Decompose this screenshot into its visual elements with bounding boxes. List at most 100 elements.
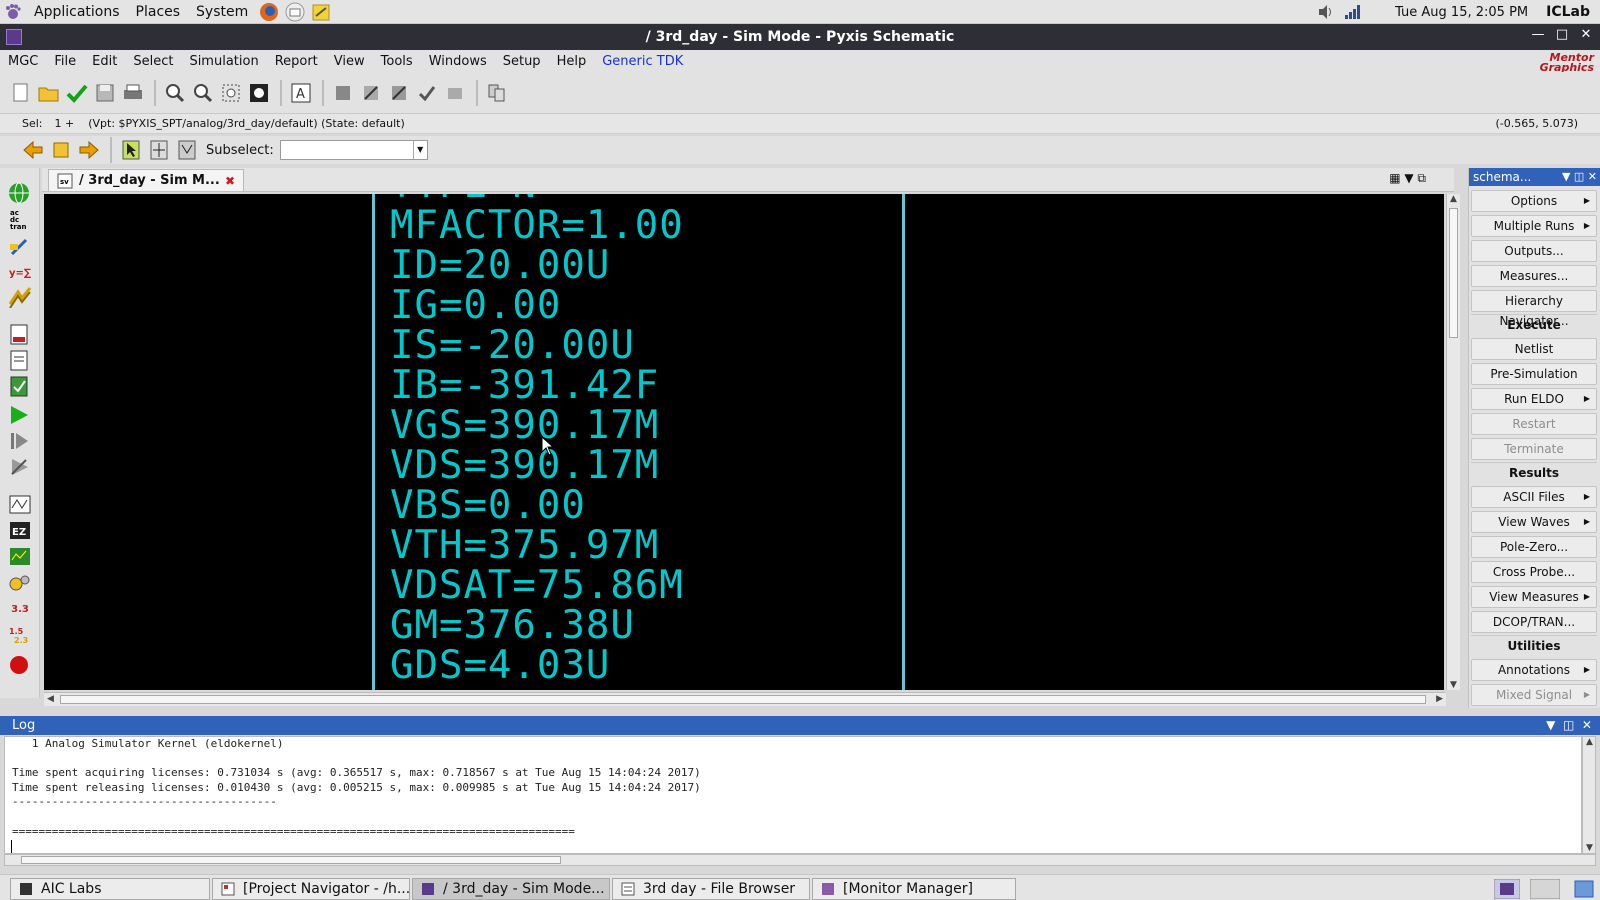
terminate-icon[interactable] xyxy=(6,456,34,478)
pole-zero-button[interactable]: Pole-Zero... xyxy=(1471,536,1597,558)
compare-icon[interactable] xyxy=(484,80,510,106)
document-list-icon[interactable] xyxy=(6,350,34,372)
window-titlebar[interactable]: / 3rd_day - Sim Mode - Pyxis Schematic —… xyxy=(0,24,1600,50)
workspace-1-icon[interactable] xyxy=(1493,878,1521,900)
document-check-icon[interactable] xyxy=(6,376,34,398)
system-menu[interactable]: System xyxy=(188,4,256,20)
history-icon[interactable] xyxy=(48,137,74,163)
network-signal-icon[interactable] xyxy=(1341,2,1363,22)
menu-report[interactable]: Report xyxy=(267,54,326,69)
tab-layout-icon[interactable]: ▦ ▼ ⧉ xyxy=(1389,171,1426,186)
ascii-files-button[interactable]: ASCII Files ▶ xyxy=(1471,486,1597,508)
scroll-up-icon[interactable]: ▲ xyxy=(1450,194,1457,204)
menu-view[interactable]: View xyxy=(326,54,373,69)
edit-property-icon[interactable] xyxy=(358,80,384,106)
annotate-values-icon[interactable]: 1.5 2.3 xyxy=(6,624,34,646)
document-tab[interactable]: sv / 3rd_day - Sim M... ✖ xyxy=(48,169,244,191)
select-mode-icon[interactable] xyxy=(118,137,144,163)
menu-simulation[interactable]: Simulation xyxy=(181,54,266,69)
menu-tools[interactable]: Tools xyxy=(373,54,421,69)
stop-icon[interactable] xyxy=(6,654,34,676)
log-output[interactable]: 1 Analog Simulator Kernel (eldokernel) T… xyxy=(4,736,1582,854)
new-document-icon[interactable] xyxy=(8,80,34,106)
run-eldo-button[interactable]: Run ELDO ▶ xyxy=(1471,388,1597,410)
scroll-down-icon[interactable]: ▼ xyxy=(1450,680,1457,690)
zoom-out-icon[interactable] xyxy=(190,80,216,106)
task-pyxis-schematic[interactable]: / 3rd_day - Sim Mode... xyxy=(412,878,610,900)
menu-windows[interactable]: Windows xyxy=(421,54,495,69)
select-filter-icon[interactable] xyxy=(174,137,200,163)
options-button[interactable]: Options ▶ xyxy=(1471,190,1597,212)
task-monitor-manager[interactable]: [Monitor Manager] xyxy=(812,878,1016,900)
hierarchy-navigator-button[interactable]: Hierarchy Navigator... xyxy=(1471,290,1597,328)
dcop-icon[interactable]: 3.3 xyxy=(6,598,34,620)
task-project-navigator[interactable]: [Project Navigator - /h... xyxy=(212,878,410,900)
step-icon[interactable] xyxy=(6,430,34,452)
outputs-button[interactable]: Outputs... xyxy=(1471,240,1597,262)
waveform-viewer-icon[interactable] xyxy=(6,494,34,516)
ez-wave-icon[interactable]: EZ xyxy=(6,520,34,542)
gnome-foot-icon[interactable] xyxy=(2,2,24,22)
log-header[interactable]: Log ▼ ◫ ✕ xyxy=(0,716,1600,735)
firefox-launcher-icon[interactable] xyxy=(258,2,280,22)
globe-icon[interactable] xyxy=(6,182,34,204)
pre-simulation-check-button[interactable]: Pre-Simulation Check xyxy=(1471,363,1597,401)
netlist-button[interactable]: Netlist xyxy=(1471,338,1597,360)
subselect-combobox[interactable]: ▼ xyxy=(279,140,428,160)
panel-header[interactable]: schema... ▼ ◫ ✕ xyxy=(1469,168,1600,186)
menu-generic-tdk[interactable]: Generic TDK xyxy=(594,54,691,69)
canvas-vertical-scrollbar[interactable]: ▲ ▼ xyxy=(1446,194,1460,690)
mail-launcher-icon[interactable] xyxy=(284,2,306,22)
report-icon[interactable] xyxy=(442,80,468,106)
task-file-browser[interactable]: 3rd day - File Browser xyxy=(612,878,810,900)
log-panel-controls-icon[interactable]: ▼ ◫ ✕ xyxy=(1546,716,1592,735)
workspace-2-icon[interactable] xyxy=(1529,878,1561,900)
log-scroll-down-icon[interactable]: ▼ xyxy=(1586,843,1593,853)
run-simulation-icon[interactable] xyxy=(6,404,34,426)
log-horizontal-scrollbar[interactable] xyxy=(4,854,1596,866)
clock[interactable]: Tue Aug 15, 2:05 PM xyxy=(1365,5,1538,20)
save-icon[interactable] xyxy=(92,80,118,106)
volume-icon[interactable] xyxy=(1315,2,1337,22)
probe-icon[interactable] xyxy=(6,236,34,258)
close-icon[interactable]: ✕ xyxy=(1578,27,1594,42)
log-scroll-up-icon[interactable]: ▲ xyxy=(1586,737,1593,747)
pyxis-app-icon[interactable] xyxy=(6,29,22,45)
horizontal-scroll-thumb[interactable] xyxy=(60,695,1426,704)
waveform-stack-icon[interactable] xyxy=(6,286,34,308)
close-tab-icon[interactable]: ✖ xyxy=(225,174,235,188)
log-horizontal-scroll-thumb[interactable] xyxy=(21,856,561,864)
zoom-area-icon[interactable] xyxy=(218,80,244,106)
menu-edit[interactable]: Edit xyxy=(84,54,125,69)
measures-button[interactable]: Measures... xyxy=(1471,265,1597,287)
dcop-tran-button[interactable]: DCOP/TRAN... xyxy=(1471,611,1597,633)
expression-icon[interactable]: y=∑ xyxy=(6,262,34,284)
view-measures-button[interactable]: View Measures ▶ xyxy=(1471,586,1597,608)
cross-probe-button[interactable]: Cross Probe... xyxy=(1471,561,1597,583)
forward-arrow-icon[interactable] xyxy=(76,137,102,163)
scroll-right-icon[interactable]: ▶ xyxy=(1436,694,1443,704)
netlist-view-icon[interactable] xyxy=(6,324,34,346)
gears-icon[interactable] xyxy=(6,572,34,594)
maximize-icon[interactable]: □ xyxy=(1554,27,1570,42)
print-icon[interactable] xyxy=(120,80,146,106)
menu-select[interactable]: Select xyxy=(125,54,181,69)
menu-help[interactable]: Help xyxy=(549,54,595,69)
log-vertical-scrollbar[interactable]: ▲ ▼ xyxy=(1582,736,1596,854)
menu-mgc[interactable]: MGC xyxy=(0,54,46,69)
minimize-icon[interactable]: — xyxy=(1530,27,1546,42)
applications-menu[interactable]: Applications xyxy=(26,4,128,20)
text-editor-launcher-icon[interactable] xyxy=(310,2,332,22)
multiple-runs-button[interactable]: Multiple Runs ▶ xyxy=(1471,215,1597,237)
vertical-scroll-thumb[interactable] xyxy=(1449,208,1458,338)
zoom-in-icon[interactable] xyxy=(162,80,188,106)
back-arrow-icon[interactable] xyxy=(20,137,46,163)
menu-setup[interactable]: Setup xyxy=(495,54,549,69)
check-icon[interactable] xyxy=(414,80,440,106)
view-waves-button[interactable]: View Waves ▶ xyxy=(1471,511,1597,533)
task-aic-labs[interactable]: AIC Labs xyxy=(10,878,210,900)
chevron-down-icon[interactable]: ▼ xyxy=(412,141,427,159)
ac-dc-tran-icon[interactable]: ac dc tran xyxy=(6,208,34,231)
zoom-fit-icon[interactable] xyxy=(246,80,272,106)
check-save-icon[interactable] xyxy=(64,80,90,106)
